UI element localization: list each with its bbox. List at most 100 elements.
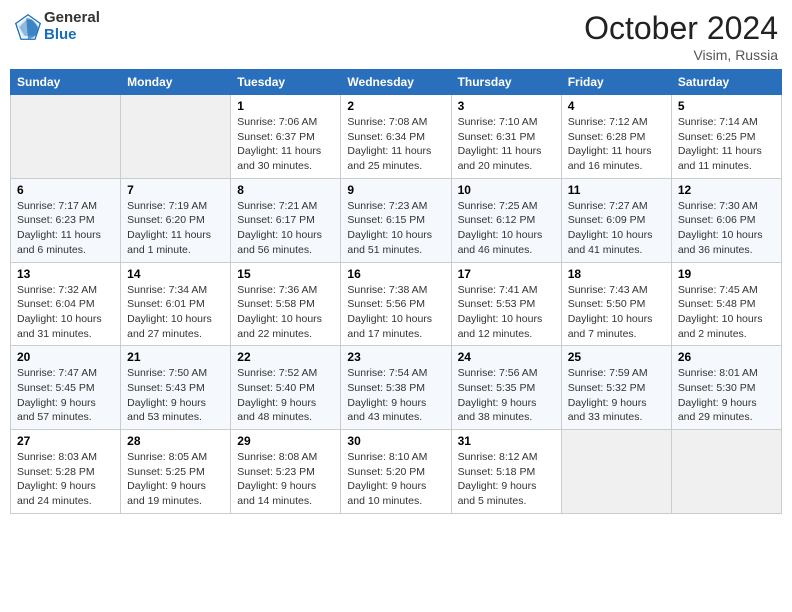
calendar-cell [561,430,671,514]
day-number: 27 [17,434,114,448]
calendar-cell: 13 Sunrise: 7:32 AM Sunset: 6:04 PM Dayli… [11,262,121,346]
cell-content: Sunrise: 7:06 AM Sunset: 6:37 PM Dayligh… [237,115,334,174]
calendar-cell: 1 Sunrise: 7:06 AM Sunset: 6:37 PM Daylig… [231,95,341,179]
calendar-cell: 18 Sunrise: 7:43 AM Sunset: 5:50 PM Dayli… [561,262,671,346]
cell-content: Sunrise: 7:14 AM Sunset: 6:25 PM Dayligh… [678,115,775,174]
day-number: 26 [678,350,775,364]
cell-content: Sunrise: 7:43 AM Sunset: 5:50 PM Dayligh… [568,283,665,342]
day-number: 1 [237,99,334,113]
calendar-cell: 21 Sunrise: 7:50 AM Sunset: 5:43 PM Dayli… [121,346,231,430]
day-number: 12 [678,183,775,197]
day-number: 4 [568,99,665,113]
cell-content: Sunrise: 8:03 AM Sunset: 5:28 PM Dayligh… [17,450,114,509]
calendar-cell: 25 Sunrise: 7:59 AM Sunset: 5:32 PM Dayli… [561,346,671,430]
calendar-cell: 24 Sunrise: 7:56 AM Sunset: 5:35 PM Dayli… [451,346,561,430]
cell-content: Sunrise: 7:30 AM Sunset: 6:06 PM Dayligh… [678,199,775,258]
cell-content: Sunrise: 7:27 AM Sunset: 6:09 PM Dayligh… [568,199,665,258]
logo-icon [14,13,42,41]
cell-content: Sunrise: 7:59 AM Sunset: 5:32 PM Dayligh… [568,366,665,425]
page-header: General Blue October 2024 Visim, Russia [10,10,782,63]
logo-text-block: General Blue [44,10,100,43]
title-block: October 2024 Visim, Russia [584,10,778,63]
day-number: 17 [458,267,555,281]
weekday-header-saturday: Saturday [671,70,781,95]
cell-content: Sunrise: 7:50 AM Sunset: 5:43 PM Dayligh… [127,366,224,425]
day-number: 22 [237,350,334,364]
calendar-cell: 5Sunrise: 7:14 AM Sunset: 6:25 PM Daylig… [671,95,781,179]
calendar-cell: 12 Sunrise: 7:30 AM Sunset: 6:06 PM Dayli… [671,178,781,262]
cell-content: Sunrise: 8:12 AM Sunset: 5:18 PM Dayligh… [458,450,555,509]
calendar-cell: 20 Sunrise: 7:47 AM Sunset: 5:45 PM Dayli… [11,346,121,430]
weekday-header-wednesday: Wednesday [341,70,451,95]
day-number: 29 [237,434,334,448]
day-number: 18 [568,267,665,281]
cell-content: Sunrise: 7:19 AM Sunset: 6:20 PM Dayligh… [127,199,224,258]
day-number: 13 [17,267,114,281]
day-number: 30 [347,434,444,448]
day-number: 10 [458,183,555,197]
calendar-cell: 11 Sunrise: 7:27 AM Sunset: 6:09 PM Dayli… [561,178,671,262]
weekday-header-thursday: Thursday [451,70,561,95]
weekday-header-friday: Friday [561,70,671,95]
calendar-week-row: 27 Sunrise: 8:03 AM Sunset: 5:28 PM Dayli… [11,430,782,514]
day-number: 24 [458,350,555,364]
calendar-cell: 2Sunrise: 7:08 AM Sunset: 6:34 PM Daylig… [341,95,451,179]
day-number: 9 [347,183,444,197]
calendar-week-row: 13 Sunrise: 7:32 AM Sunset: 6:04 PM Dayli… [11,262,782,346]
calendar-cell: 29Sunrise: 8:08 AM Sunset: 5:23 PM Dayli… [231,430,341,514]
calendar-cell: 26 Sunrise: 8:01 AM Sunset: 5:30 PM Dayli… [671,346,781,430]
day-number: 8 [237,183,334,197]
calendar-cell: 10Sunrise: 7:25 AM Sunset: 6:12 PM Dayli… [451,178,561,262]
cell-content: Sunrise: 7:32 AM Sunset: 6:04 PM Dayligh… [17,283,114,342]
calendar-cell: 30 Sunrise: 8:10 AM Sunset: 5:20 PM Dayli… [341,430,451,514]
calendar-cell: 17 Sunrise: 7:41 AM Sunset: 5:53 PM Dayli… [451,262,561,346]
calendar-cell: 9Sunrise: 7:23 AM Sunset: 6:15 PM Daylig… [341,178,451,262]
cell-content: Sunrise: 7:08 AM Sunset: 6:34 PM Dayligh… [347,115,444,174]
calendar-cell: 6Sunrise: 7:17 AM Sunset: 6:23 PM Daylig… [11,178,121,262]
calendar-cell [11,95,121,179]
cell-content: Sunrise: 7:41 AM Sunset: 5:53 PM Dayligh… [458,283,555,342]
calendar-cell: 8Sunrise: 7:21 AM Sunset: 6:17 PM Daylig… [231,178,341,262]
cell-content: Sunrise: 7:36 AM Sunset: 5:58 PM Dayligh… [237,283,334,342]
cell-content: Sunrise: 7:45 AM Sunset: 5:48 PM Dayligh… [678,283,775,342]
day-number: 20 [17,350,114,364]
weekday-header-monday: Monday [121,70,231,95]
calendar-cell [121,95,231,179]
calendar-week-row: 6Sunrise: 7:17 AM Sunset: 6:23 PM Daylig… [11,178,782,262]
logo-blue: Blue [44,26,77,43]
calendar-body: 1 Sunrise: 7:06 AM Sunset: 6:37 PM Daylig… [11,95,782,514]
day-number: 15 [237,267,334,281]
day-number: 16 [347,267,444,281]
calendar-table: SundayMondayTuesdayWednesdayThursdayFrid… [10,69,782,514]
calendar-cell: 27 Sunrise: 8:03 AM Sunset: 5:28 PM Dayli… [11,430,121,514]
calendar-cell: 4 Sunrise: 7:12 AM Sunset: 6:28 PM Daylig… [561,95,671,179]
calendar-cell: 16 Sunrise: 7:38 AM Sunset: 5:56 PM Dayli… [341,262,451,346]
day-number: 19 [678,267,775,281]
cell-content: Sunrise: 8:10 AM Sunset: 5:20 PM Dayligh… [347,450,444,509]
day-number: 11 [568,183,665,197]
day-number: 21 [127,350,224,364]
cell-content: Sunrise: 7:12 AM Sunset: 6:28 PM Dayligh… [568,115,665,174]
day-number: 14 [127,267,224,281]
weekday-header-sunday: Sunday [11,70,121,95]
cell-content: Sunrise: 7:38 AM Sunset: 5:56 PM Dayligh… [347,283,444,342]
day-number: 25 [568,350,665,364]
calendar-header: SundayMondayTuesdayWednesdayThursdayFrid… [11,70,782,95]
calendar-cell: 23Sunrise: 7:54 AM Sunset: 5:38 PM Dayli… [341,346,451,430]
calendar-cell: 15 Sunrise: 7:36 AM Sunset: 5:58 PM Dayli… [231,262,341,346]
cell-content: Sunrise: 7:34 AM Sunset: 6:01 PM Dayligh… [127,283,224,342]
cell-content: Sunrise: 7:54 AM Sunset: 5:38 PM Dayligh… [347,366,444,425]
calendar-cell: 19 Sunrise: 7:45 AM Sunset: 5:48 PM Dayli… [671,262,781,346]
location-subtitle: Visim, Russia [584,47,778,63]
day-number: 7 [127,183,224,197]
calendar-cell [671,430,781,514]
day-number: 28 [127,434,224,448]
cell-content: Sunrise: 7:10 AM Sunset: 6:31 PM Dayligh… [458,115,555,174]
cell-content: Sunrise: 8:01 AM Sunset: 5:30 PM Dayligh… [678,366,775,425]
cell-content: Sunrise: 7:47 AM Sunset: 5:45 PM Dayligh… [17,366,114,425]
calendar-cell: 3Sunrise: 7:10 AM Sunset: 6:31 PM Daylig… [451,95,561,179]
cell-content: Sunrise: 7:56 AM Sunset: 5:35 PM Dayligh… [458,366,555,425]
calendar-cell: 14 Sunrise: 7:34 AM Sunset: 6:01 PM Dayli… [121,262,231,346]
calendar-week-row: 20 Sunrise: 7:47 AM Sunset: 5:45 PM Dayli… [11,346,782,430]
logo-general: General [44,9,100,26]
